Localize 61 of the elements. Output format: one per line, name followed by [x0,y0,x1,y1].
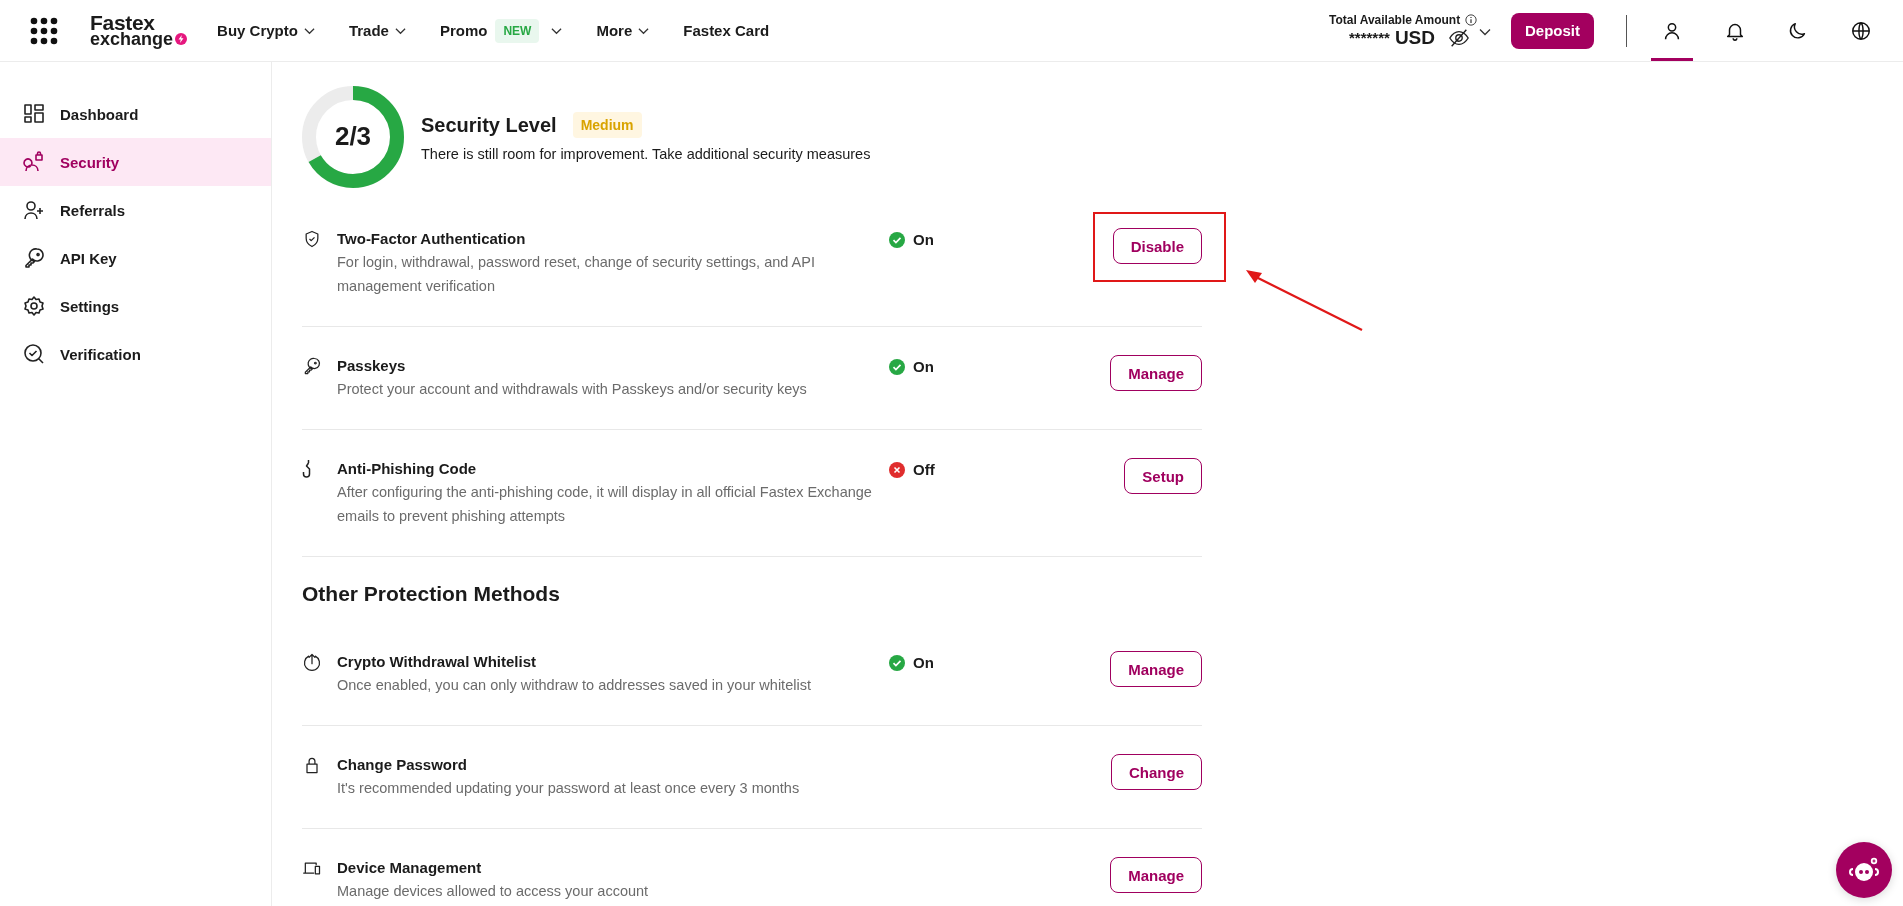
method-action-button[interactable]: Change [1111,754,1202,790]
user-lock-icon[interactable] [22,150,46,174]
method-title: Passkeys [337,356,407,376]
method-action-button[interactable]: Setup [1124,458,1202,494]
check-search-icon[interactable] [22,342,46,366]
method-title: Crypto Withdrawal Whitelist [337,652,538,672]
status-label: On [913,358,934,375]
method-title: Change Password [337,755,469,775]
status-label: On [913,654,934,671]
nav-menu-item[interactable]: Trade [348,22,406,39]
nav-menu-item[interactable]: Fastex Card [683,22,770,39]
method-description: Protect your account and withdrawals with Passkeys and/or security keys [337,380,808,399]
method-action-button[interactable]: Manage [1110,355,1202,391]
key-icon[interactable] [22,246,46,270]
gear-icon[interactable] [22,294,46,318]
method-description: It's recommended updating your password at least once every 3 months [337,779,801,798]
method-description: Manage devices allowed to access your account [337,882,650,901]
method-action-button[interactable]: Manage [1110,651,1202,687]
user-plus-icon[interactable] [22,198,46,222]
sidebar-item[interactable]: Verification [0,330,271,378]
nav-menu-item[interactable]: More [596,22,650,39]
method-description: For login, withdrawal, password reset, change of security settings, and API management verification [337,253,816,296]
method-title: Two-Factor Authentication [337,229,527,249]
hook-icon [302,459,311,479]
nav-menu-item[interactable]: Promo NEW [439,18,563,43]
grid-icon[interactable] [22,102,46,126]
security-gauge: 2/3 [302,86,404,188]
key-icon [302,356,322,376]
sidebar-item[interactable]: API Key [0,234,271,282]
method-action-button[interactable]: Disable [1112,228,1202,264]
currency-label: USD [1394,26,1435,49]
balance-amount: ******* [1349,29,1390,46]
level-badge: Medium [572,112,642,138]
new-badge: NEW [495,18,540,43]
chat-bot-button[interactable] [1836,842,1892,898]
status-label: Off [913,461,935,478]
status-label: On [913,231,934,248]
sidebar-item[interactable]: Settings [0,282,271,330]
nav-menu-item[interactable]: Buy Crypto [217,22,315,39]
apps-grid-icon[interactable] [30,16,58,45]
balance-label: Total Available Amount [1329,12,1461,27]
sidebar-item[interactable]: Referrals [0,186,271,234]
method-title: Anti-Phishing Code [337,459,478,479]
level-description: There is still room for improvement. Take additional security measures [421,146,871,162]
caret-icon[interactable] [551,26,563,35]
sidebar-item[interactable]: Dashboard [0,90,271,138]
caret-icon[interactable] [1479,27,1491,36]
method-description: After configuring the anti-phishing code, it will display in all official Fastex Exchange emails to prevent phishing attempts [337,483,873,526]
sidebar-item[interactable]: Security [0,138,271,186]
logo[interactable]: Fastex exchange [90,14,188,47]
globe-icon[interactable] [1850,19,1872,42]
method-description: Once enabled, you can only withdraw to addresses saved in your whitelist [337,676,812,695]
deposit-button[interactable]: Deposit [1511,12,1594,49]
method-action-button[interactable]: Manage [1110,857,1202,893]
caret-icon[interactable] [303,26,315,35]
caret-icon[interactable] [638,26,650,35]
caret-icon[interactable] [394,26,406,35]
method-title: Device Management [337,858,483,878]
info-icon[interactable] [1465,13,1478,26]
section-heading: Other Protection Methods [302,581,561,607]
section-title: Security Level [421,113,557,137]
